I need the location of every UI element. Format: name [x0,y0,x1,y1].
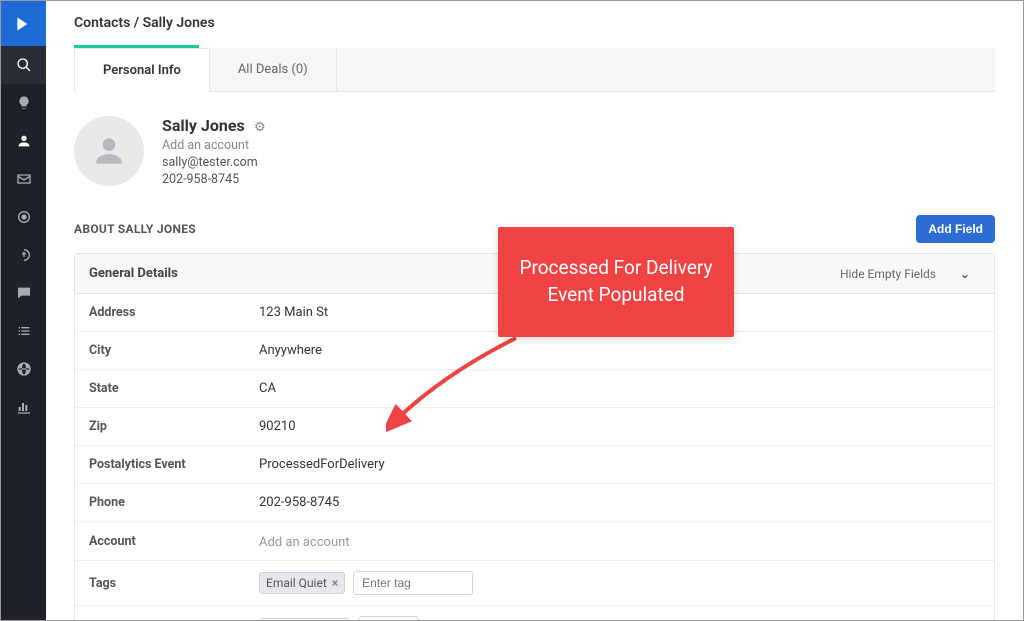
value-event[interactable]: ProcessedForDelivery [259,457,980,472]
value-state[interactable]: CA [259,381,980,396]
contact-phone: 202-958-8745 [162,172,266,187]
tabs: Personal Info All Deals (0) [74,48,995,92]
sidebar [1,1,46,620]
nav-deals[interactable] [1,236,46,274]
label-zip: Zip [89,419,259,434]
section-title: ABOUT SALLY JONES [74,222,196,236]
add-list-button[interactable]: ＋ Add [358,616,419,620]
nav-ideas[interactable] [1,84,46,122]
nav-chat[interactable] [1,274,46,312]
label-event: Postalytics Event [89,457,259,472]
value-phone[interactable]: 202-958-8745 [259,495,980,510]
row-phone: Phone 202-958-8745 [75,484,994,522]
content: Sally Jones ⚙ Add an account sally@teste… [46,92,1023,620]
row-city: City Anyywhere [75,332,994,370]
row-account: Account Add an account [75,522,994,561]
value-zip[interactable]: 90210 [259,419,980,434]
nav-target[interactable] [1,198,46,236]
row-state: State CA [75,370,994,408]
add-account-link[interactable]: Add an account [162,138,266,153]
contact-header: Sally Jones ⚙ Add an account sally@teste… [74,116,995,187]
contact-name: Sally Jones [162,116,245,135]
label-account: Account [89,534,259,549]
tab-all-deals[interactable]: All Deals (0) [210,48,337,91]
row-tags: Tags Email Quiet × [75,561,994,606]
row-lists: Lists ✔ Posty List ＋ Add [75,606,994,620]
tag-input[interactable] [353,571,473,595]
row-event: Postalytics Event ProcessedForDelivery [75,446,994,484]
gear-icon[interactable]: ⚙ [254,120,266,135]
label-phone: Phone [89,495,259,510]
nav-globe[interactable] [1,350,46,388]
label-state: State [89,381,259,396]
nav-reports[interactable] [1,388,46,426]
tag-label: Email Quiet [266,576,327,590]
app-logo[interactable] [1,1,46,46]
contact-email: sally@tester.com [162,155,266,170]
nav-contacts[interactable] [1,122,46,160]
contact-info: Sally Jones ⚙ Add an account sally@teste… [162,116,266,187]
label-address: Address [89,305,259,320]
chevron-down-icon[interactable]: ⌄ [950,267,980,281]
tag-remove-icon[interactable]: × [332,576,338,590]
panel-title: General Details [89,266,178,281]
tab-personal-info[interactable]: Personal Info [74,48,210,92]
breadcrumb: Contacts / Sally Jones [46,1,1023,45]
add-field-button[interactable]: Add Field [916,215,995,243]
label-city: City [89,343,259,358]
list-pill[interactable]: ✔ Posty List [259,618,350,621]
row-zip: Zip 90210 [75,408,994,446]
nav-search[interactable] [1,46,46,84]
avatar [74,116,144,186]
nav-list[interactable] [1,312,46,350]
nav-email[interactable] [1,160,46,198]
tag-chip[interactable]: Email Quiet × [259,572,345,594]
hide-empty-toggle[interactable]: Hide Empty Fields [840,267,936,281]
value-account[interactable]: Add an account [259,535,980,550]
label-tags: Tags [89,576,259,591]
value-city[interactable]: Anyywhere [259,343,980,358]
annotation-callout: Processed For Delivery Event Populated [498,227,734,337]
